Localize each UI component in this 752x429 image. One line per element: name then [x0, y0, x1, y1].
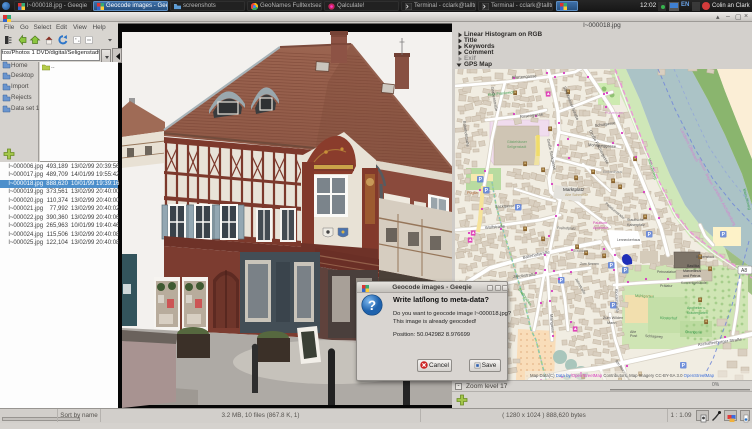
svg-text:Marktplatz: Marktplatz [563, 187, 585, 192]
svg-text:Kräutergarten: Kräutergarten [687, 311, 708, 315]
svg-text:Alte Schmiede: Alte Schmiede [565, 193, 588, 197]
svg-text:Apotheker u.: Apotheker u. [687, 306, 706, 310]
svg-text:Einhardhaus: Einhardhaus [603, 170, 622, 174]
svg-text:Pulverturm: Pulverturm [605, 111, 623, 115]
svg-text:Konventgebäude: Konventgebäude [681, 281, 707, 285]
svg-text:Freihofplatz: Freihofplatz [557, 226, 576, 231]
svg-text:und Petrus: und Petrus [683, 274, 701, 278]
svg-text:Orangerie: Orangerie [685, 330, 702, 335]
svg-text:Petrusstatue: Petrusstatue [657, 270, 676, 274]
svg-text:Post: Post [630, 334, 637, 338]
svg-text:Zum Neeren: Zum Neeren [580, 262, 599, 266]
svg-text:Palatium: Palatium [593, 221, 607, 225]
svg-text:Map Data(C) Data by/OpenStreet: Map Data(C) Data by/OpenStreetMap Contri… [530, 373, 715, 378]
svg-text:Gästehäuser: Gästehäuser [507, 140, 528, 144]
svg-text:Mühlgarten: Mühlgarten [635, 294, 654, 299]
svg-text:Marcellinus: Marcellinus [683, 269, 701, 273]
svg-text:Seligenstadt: Seligenstadt [507, 145, 526, 149]
svg-text:A8: A8 [741, 268, 747, 274]
svg-text:Brauhaus: Brauhaus [573, 249, 588, 253]
svg-text:Apotheke: Apotheke [593, 226, 608, 230]
svg-text:Basilika: Basilika [687, 264, 699, 268]
svg-text:Bienenstock: Bienenstock [696, 255, 715, 259]
svg-text:Sackgasse: Sackgasse [495, 203, 516, 209]
svg-text:Klosterhof: Klosterhof [660, 316, 678, 321]
svg-text:?: ? [368, 298, 376, 313]
svg-text:Mann: Mann [607, 321, 617, 325]
svg-text:Lenneckerhaus: Lenneckerhaus [617, 238, 640, 242]
svg-text:Staufische: Staufische [627, 218, 644, 222]
svg-text:Kaiserpfalz: Kaiserpfalz [627, 223, 645, 227]
svg-text:Prälatur: Prälatur [660, 284, 673, 288]
svg-text:Zum Wilden: Zum Wilden [603, 316, 623, 320]
svg-text:Puglia: Puglia [467, 191, 478, 195]
